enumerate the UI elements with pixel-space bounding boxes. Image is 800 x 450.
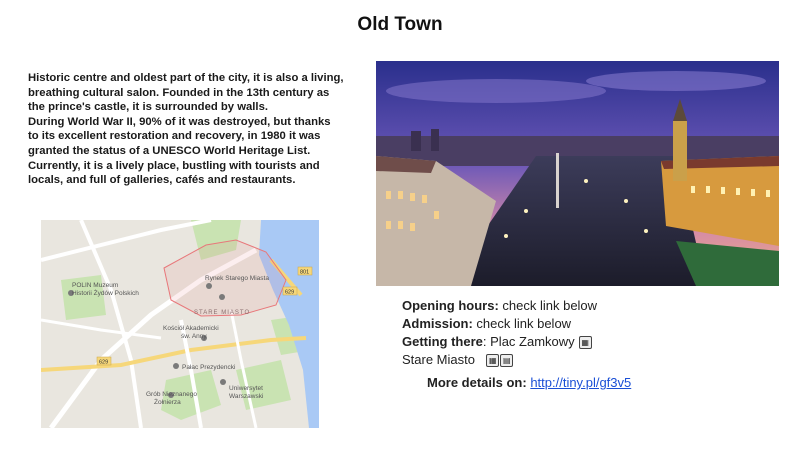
photo-window (386, 221, 391, 229)
map-label-polin: POLIN Muzeum (72, 282, 118, 289)
map-pin-icon (220, 379, 226, 385)
map-label-kosciol: Kościół Akademicki (163, 325, 219, 332)
map-label-palac: Pałac Prezydencki (182, 364, 235, 371)
map-pin-icon (173, 363, 179, 369)
map-label-polin: Historii Żydów Polskich (72, 288, 139, 297)
photo-window (410, 193, 415, 201)
description-line: locals, and full of galleries, cafés and… (28, 174, 296, 187)
admission-row: Admission: check link below (402, 315, 597, 333)
photo-window (751, 189, 755, 196)
page-title: Old Town (357, 14, 443, 35)
opening-hours-label: Opening hours: (402, 298, 499, 313)
photo-lamp (624, 199, 628, 203)
photo-window (766, 190, 770, 197)
photo-window (398, 191, 403, 199)
road-number: 629 (285, 290, 294, 296)
admission-value: check link below (472, 316, 572, 331)
map-label-grob: Grób Nieznanego (146, 391, 197, 398)
map-pin-icon (206, 283, 212, 289)
description-text: Historic centre and oldest part of the c… (28, 71, 348, 188)
photo-window (410, 223, 415, 231)
photo-window (721, 187, 725, 194)
more-details-label: More details on: (427, 375, 527, 390)
photo-window (398, 221, 403, 229)
map-label-uniwersytet: Warszawski (229, 393, 263, 400)
tram-icon: ▦ (578, 336, 592, 350)
description-line: granted the status of a UNESCO World Her… (28, 144, 311, 157)
old-town-map: POLIN Muzeum Historii Żydów Polskich Ryn… (41, 220, 319, 428)
getting-there-label: Getting there (402, 334, 483, 349)
map-label-rynek: Rynek Starego Miasta (205, 275, 269, 282)
map-pin-icon (219, 294, 225, 300)
road-number: 801 (300, 270, 309, 276)
map-label-kosciol: św. Anny (181, 333, 207, 340)
old-town-photo (376, 61, 779, 286)
description-line: breathing cultural salon. Founded in the… (28, 86, 330, 99)
photo-lamp (644, 229, 648, 233)
photo-skyline (431, 129, 439, 151)
bus-icon: ▤ (500, 354, 514, 368)
photo-lamp (524, 209, 528, 213)
description-line: Historic centre and oldest part of the c… (28, 72, 344, 84)
more-details-link[interactable]: http://tiny.pl/gf3v5 (530, 375, 631, 390)
description-line: Currently, it is a lively place, bustlin… (28, 159, 320, 172)
photo-window (736, 188, 740, 195)
photo-sigismund-column (556, 153, 559, 208)
road-number: 629 (99, 360, 108, 366)
getting-there-value: : Plac Zamkowy (482, 334, 575, 349)
stop-name: Stare Miasto (402, 352, 475, 367)
admission-label: Admission: (402, 316, 473, 331)
map-label-stare-miasto: STARE MIASTO (194, 310, 250, 316)
photo-cloud (386, 79, 606, 103)
tram-icon: ▦ (486, 354, 500, 368)
getting-there-row: Getting there: Plac Zamkowy ▦ (402, 333, 597, 351)
photo-lamp (584, 179, 588, 183)
photo-window (422, 195, 427, 203)
opening-hours-value: check link below (498, 298, 598, 313)
more-details: More details on: http://tiny.pl/gf3v5 (427, 375, 631, 390)
photo-window (691, 186, 695, 193)
opening-hours-row: Opening hours: check link below (402, 297, 597, 315)
photo-lamp (504, 234, 508, 238)
photo-window (434, 211, 439, 219)
photo-window (386, 191, 391, 199)
description-line: the prince's castle, it is surrounded by… (28, 101, 268, 114)
map-label-grob: Żołnierza (154, 397, 181, 406)
photo-window (706, 186, 710, 193)
visitor-info: Opening hours: check link below Admissio… (402, 297, 597, 369)
description-line: During World War II, 90% of it was destr… (28, 115, 331, 128)
photo-cloud (586, 71, 766, 91)
photo-castle-tower (673, 121, 687, 181)
stare-miasto-row: Stare Miasto ▦ ▤ (402, 351, 597, 369)
photo-skyline (411, 131, 421, 151)
map-label-uniwersytet: Uniwersytet (229, 385, 263, 392)
description-line: to its excellent restoration and recover… (28, 130, 321, 143)
